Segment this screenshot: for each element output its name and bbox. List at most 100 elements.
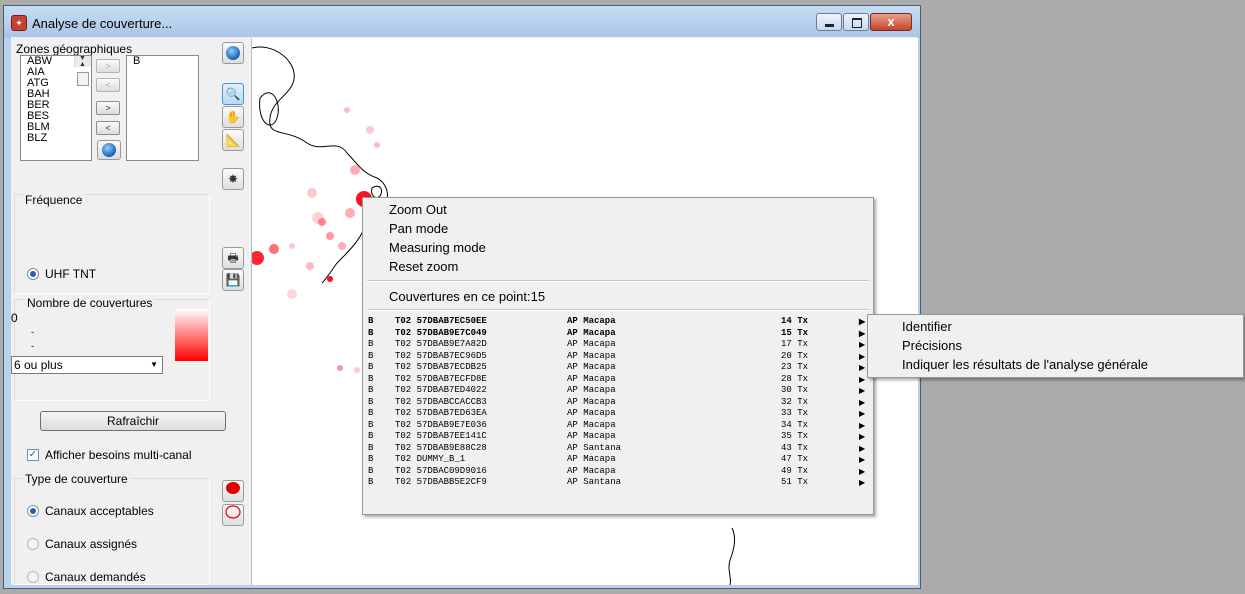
coastline	[728, 527, 736, 585]
title-bar[interactable]: ✦ Analyse de couverture... x	[4, 6, 920, 38]
filled-circle-style-button[interactable]	[222, 480, 244, 502]
coverage-row-zone: B	[368, 454, 374, 464]
coverage-row-id: T02 57DBAB7ECFD8E	[395, 373, 487, 384]
selected-zones-items: B	[127, 56, 198, 67]
radio-unselected-icon	[27, 538, 39, 550]
submenu-arrow-icon: ▶	[859, 340, 866, 349]
coverage-row[interactable]: B T02 57DBAB9E7A82D AP Macapa 17 Tx ▶	[363, 339, 873, 350]
coastline	[259, 92, 279, 126]
outline-circle-style-button[interactable]	[222, 504, 244, 526]
menu-item-zoom-out[interactable]: Zoom Out	[389, 202, 447, 217]
coverage-row-site: AP Macapa	[567, 327, 616, 338]
coverage-row-id: T02 57DBAB7EC50EE	[395, 316, 487, 326]
remove-one-zone-button[interactable]: <	[96, 78, 120, 92]
coverage-row-zone: B	[368, 316, 374, 326]
add-one-zone-button[interactable]: >	[96, 59, 120, 73]
filled-circle-icon	[226, 482, 240, 494]
refresh-button[interactable]: Rafraîchir	[40, 411, 226, 431]
magnifier-icon: 🔍	[225, 87, 241, 101]
add-zone-button[interactable]: >	[96, 101, 120, 115]
coverage-row-tx: 20 Tx	[781, 350, 809, 361]
menu-item-reset-zoom[interactable]: Reset zoom	[389, 259, 458, 274]
submenu-arrow-icon: ▶	[859, 466, 866, 476]
outline-circle-icon	[225, 505, 241, 519]
coverage-type-acceptable-radio[interactable]: Canaux acceptables	[27, 504, 154, 518]
submenu-arrow-icon: ▶	[859, 409, 866, 418]
coverage-count-select[interactable]: 6 ou plus ▼	[11, 356, 163, 374]
submenu-arrow-icon: ▶	[859, 455, 866, 464]
coverage-count-label: Nombre de couvertures	[25, 296, 155, 310]
coverage-row[interactable]: B T02 57DBAB7ED4022 AP Macapa 30 Tx ▶	[363, 385, 873, 396]
coverage-row-site: AP Macapa	[567, 339, 616, 349]
coverage-count-value: 6 ou plus	[14, 358, 63, 372]
zone-list-item[interactable]: BLZ	[24, 133, 91, 144]
uhf-tnt-radio[interactable]: UHF TNT	[27, 267, 96, 281]
coverage-row[interactable]: B T02 57DBAC09D9016 AP Macapa 49 Tx ▶	[363, 466, 873, 477]
coverage-row-zone: B	[368, 477, 374, 487]
zoom-tool-button[interactable]: 🔍	[222, 83, 244, 105]
menu-item-general-analysis-results[interactable]: Indiquer les résultats de l'analyse géné…	[902, 357, 1148, 372]
scroll-thumb[interactable]	[77, 72, 89, 86]
coverage-row-zone: B	[368, 442, 374, 453]
minimize-button[interactable]	[816, 13, 842, 31]
coverage-dot	[326, 232, 334, 240]
coverage-row-site: AP Macapa	[567, 454, 616, 464]
coverage-row-id: T02 57DBAB9E7A82D	[395, 339, 487, 349]
coverage-row[interactable]: B T02 57DBAB7ECDB25 AP Macapa 23 Tx ▶	[363, 362, 873, 373]
coverage-type-assigned-radio[interactable]: Canaux assignés	[27, 537, 137, 551]
scroll-down-icon[interactable]: ▼	[79, 56, 86, 64]
coverage-row[interactable]: B T02 57DBAB9E7E036 AP Macapa 34 Tx ▶	[363, 420, 873, 431]
menu-item-pan-mode[interactable]: Pan mode	[389, 221, 448, 236]
coverage-row-tx: 51 Tx	[781, 477, 809, 487]
selected-zones-list[interactable]: B	[126, 55, 199, 161]
coverage-row[interactable]: B T02 57DBABCCACCB3 AP Macapa 32 Tx ▶	[363, 397, 873, 408]
coverage-row[interactable]: B T02 57DBAB7ECFD8E AP Macapa 28 Tx ▶	[363, 374, 873, 385]
coverage-row-site: AP Macapa	[567, 385, 616, 395]
coverage-dot	[345, 208, 355, 218]
coverage-row[interactable]: B T02 57DBAB9E88C28 AP Santana 43 Tx ▶	[363, 443, 873, 454]
multi-channel-checkbox[interactable]: ✓ Afficher besoins multi-canal	[27, 448, 192, 462]
coverage-row-site: AP Santana	[567, 442, 622, 453]
pan-tool-button[interactable]: ✋	[222, 106, 244, 128]
coverage-row-tx: 33 Tx	[781, 408, 809, 418]
coverage-row-tx: 34 Tx	[781, 419, 809, 430]
map-context-menu: Zoom Out Pan mode Measuring mode Reset z…	[362, 197, 874, 515]
measure-tool-button[interactable]: 📐	[222, 129, 244, 151]
coverage-row[interactable]: B T02 57DBABB5E2CF9 AP Santana 51 Tx ▶	[363, 477, 873, 488]
zones-scrollbar[interactable]: ▲ ▼	[74, 56, 91, 86]
submenu-arrow-icon: ▶	[859, 478, 866, 487]
coverage-type-requested-radio[interactable]: Canaux demandés	[27, 570, 146, 584]
maximize-button[interactable]	[843, 13, 869, 31]
coverage-dot	[366, 126, 374, 134]
coverage-row-zone: B	[368, 465, 374, 476]
coverage-dot	[374, 142, 380, 148]
menu-item-details[interactable]: Précisions	[902, 338, 962, 353]
coverage-row[interactable]: B T02 57DBAB7ED63EA AP Macapa 33 Tx ▶	[363, 408, 873, 419]
coverage-tick: -	[31, 327, 34, 337]
uhf-tnt-label: UHF TNT	[45, 267, 97, 281]
close-button[interactable]: x	[870, 13, 912, 31]
menu-item-identify[interactable]: Identifier	[902, 319, 952, 334]
coverage-dot	[289, 243, 295, 249]
coverage-row-zone: B	[368, 339, 374, 349]
coverage-row[interactable]: B T02 57DBAB7EE141C AP Macapa 35 Tx ▶	[363, 431, 873, 442]
globe-view-button[interactable]	[222, 42, 244, 64]
submenu-arrow-icon: ▶	[859, 317, 866, 326]
selected-zone-item[interactable]: B	[130, 56, 198, 67]
coverage-row[interactable]: B T02 DUMMY_B_1 AP Macapa 47 Tx ▶	[363, 454, 873, 465]
world-zones-button[interactable]	[97, 140, 121, 160]
coverage-row-id: T02 57DBABCCACCB3	[395, 396, 487, 407]
coverage-dot	[306, 262, 314, 270]
menu-item-measuring-mode[interactable]: Measuring mode	[389, 240, 486, 255]
menu-separator	[367, 280, 869, 282]
coverage-row[interactable]: B T02 57DBAB7EC96D5 AP Macapa 20 Tx ▶	[363, 351, 873, 362]
save-button[interactable]: 💾	[222, 269, 244, 291]
remove-zone-button[interactable]: <	[96, 121, 120, 135]
radio-selected-icon	[27, 505, 39, 517]
print-button[interactable]: 🖶	[222, 247, 244, 269]
coverage-row[interactable]: B T02 57DBAB9E7C049 AP Macapa 15 Tx ▶	[363, 328, 873, 339]
coverage-row-tx: 30 Tx	[781, 385, 809, 395]
available-zones-list[interactable]: ABW AIA ATG BAH BER BES BLM BLZ ▲ ▼	[20, 55, 92, 161]
coverage-row[interactable]: B T02 57DBAB7EC50EE AP Macapa 14 Tx ▶	[363, 316, 873, 327]
compass-button[interactable]: ✸	[222, 168, 244, 190]
